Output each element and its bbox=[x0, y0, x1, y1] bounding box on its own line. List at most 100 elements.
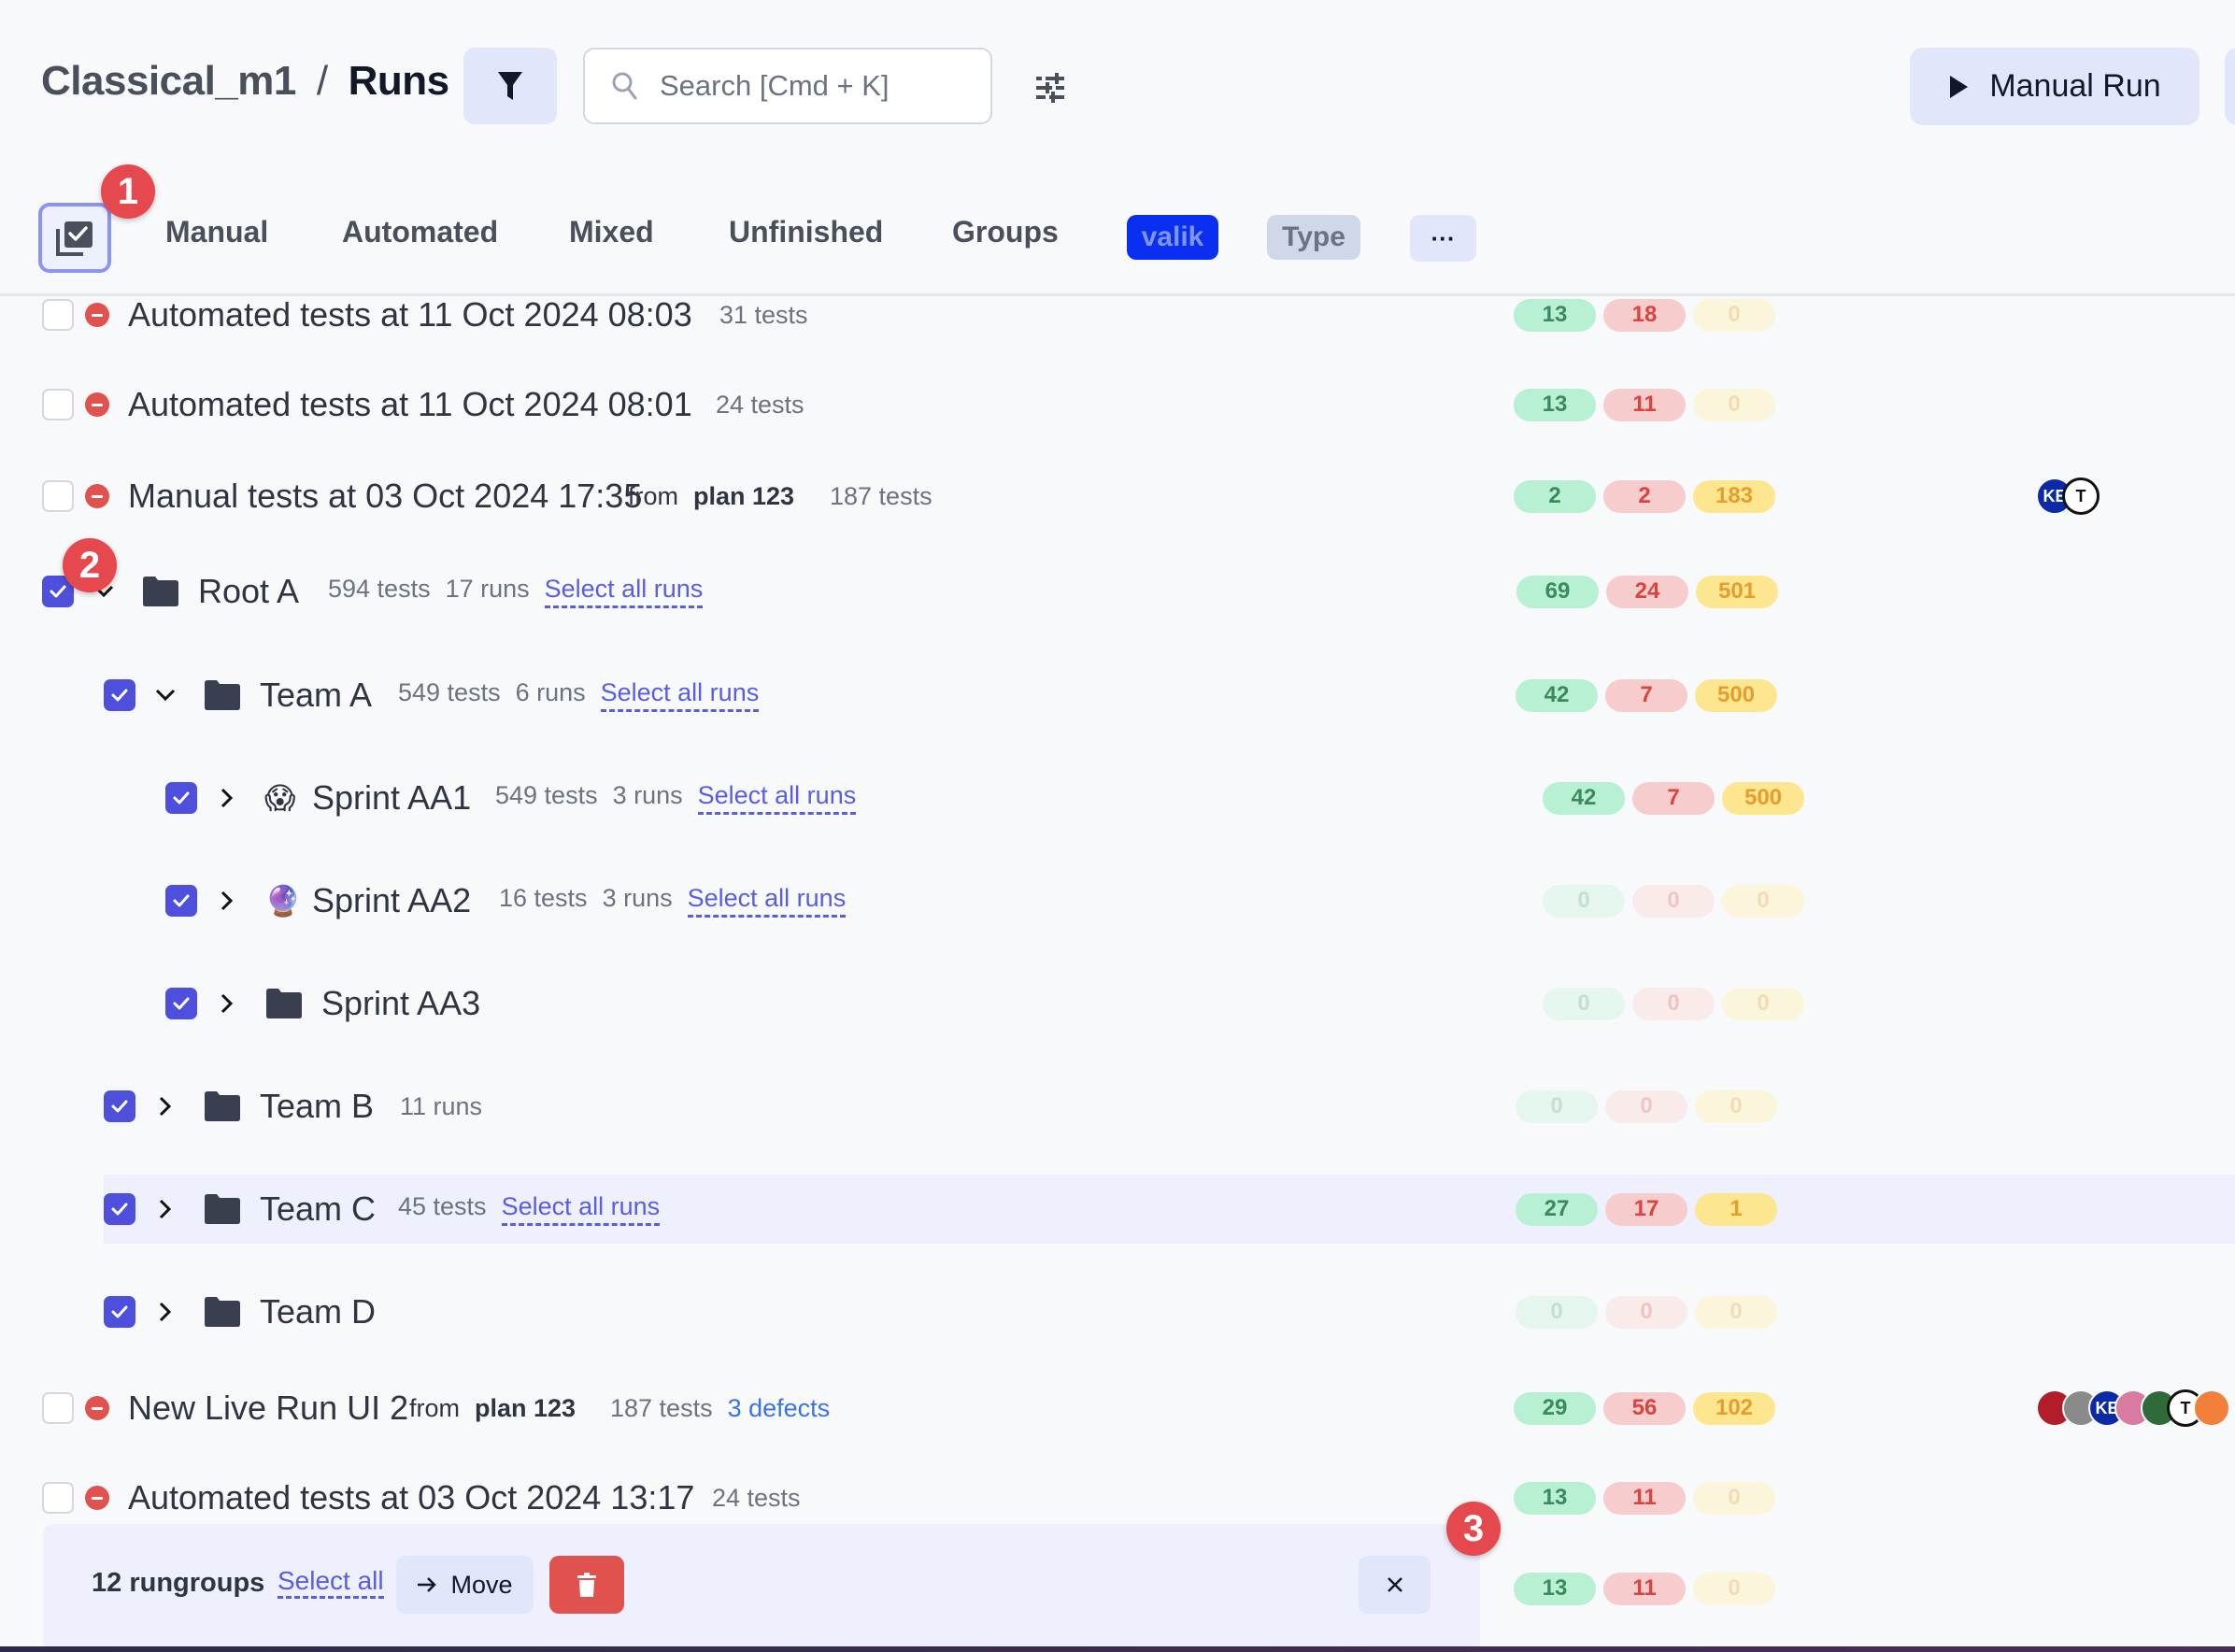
group-title[interactable]: Team C bbox=[260, 1189, 376, 1229]
group-title[interactable]: Team A bbox=[260, 676, 372, 715]
manual-run-button[interactable]: Manual Run bbox=[1910, 48, 2199, 125]
avatar[interactable]: T bbox=[2062, 477, 2100, 515]
plan-link[interactable]: plan 123 bbox=[475, 1394, 576, 1423]
group-row[interactable]: Team A 549 tests 6 runs Select all runs … bbox=[0, 653, 2235, 737]
more-actions-button[interactable] bbox=[2225, 48, 2235, 125]
more-filters-button[interactable]: ··· bbox=[1410, 215, 1476, 262]
close-button[interactable] bbox=[1359, 1556, 1431, 1614]
passed-count: 13 bbox=[1514, 388, 1596, 421]
run-title[interactable]: New Live Run UI 2 bbox=[128, 1389, 408, 1428]
group-title[interactable]: Team B bbox=[260, 1087, 374, 1126]
row-checkbox[interactable] bbox=[165, 885, 197, 917]
move-button[interactable]: Move bbox=[396, 1556, 534, 1614]
search-input[interactable] bbox=[660, 69, 959, 103]
filter-chip-valik[interactable]: valik bbox=[1127, 215, 1218, 260]
search-box[interactable] bbox=[583, 48, 992, 124]
row-checkbox[interactable] bbox=[104, 1296, 135, 1328]
passed-count: 29 bbox=[1514, 1391, 1596, 1425]
group-row[interactable]: Root A 594 tests 17 runs Select all runs… bbox=[0, 549, 2235, 634]
tests-count: 187 tests bbox=[610, 1393, 713, 1422]
skipped-count: 500 bbox=[1695, 678, 1777, 712]
failed-count: 0 bbox=[1605, 1295, 1687, 1329]
from-label: from bbox=[409, 1393, 460, 1422]
runs-count: 11 runs bbox=[400, 1091, 483, 1120]
failed-count: 0 bbox=[1605, 1089, 1687, 1123]
run-row[interactable]: Automated tests at 11 Oct 2024 08:01 24 … bbox=[0, 363, 2235, 447]
group-title[interactable]: Team D bbox=[260, 1292, 376, 1332]
defects-link[interactable]: 3 defects bbox=[728, 1394, 831, 1423]
run-meta: 187 tests 3 defects bbox=[610, 1394, 830, 1423]
row-checkbox[interactable] bbox=[165, 782, 197, 814]
row-checkbox[interactable] bbox=[104, 679, 135, 711]
chevron-right-icon[interactable] bbox=[151, 1092, 179, 1120]
plan-link[interactable]: plan 123 bbox=[693, 482, 794, 511]
group-row[interactable]: 🔮 Sprint AA2 16 tests 3 runs Select all … bbox=[0, 859, 2235, 943]
failed-count: 17 bbox=[1605, 1192, 1687, 1226]
row-checkbox[interactable] bbox=[42, 1392, 74, 1424]
row-checkbox[interactable] bbox=[42, 1482, 74, 1514]
group-title[interactable]: Sprint AA3 bbox=[321, 984, 480, 1023]
select-all-runs-link[interactable]: Select all runs bbox=[697, 781, 857, 815]
breadcrumb-project[interactable]: Classical_m1 bbox=[41, 58, 296, 105]
run-title[interactable]: Automated tests at 11 Oct 2024 08:03 bbox=[128, 295, 692, 335]
failed-count: 2 bbox=[1603, 479, 1686, 513]
run-meta: 24 tests bbox=[712, 1484, 801, 1513]
group-row[interactable]: Team B 11 runs 0 0 0 bbox=[0, 1064, 2235, 1148]
group-stats: 0 0 0 bbox=[1516, 1295, 1777, 1329]
row-checkbox[interactable] bbox=[42, 480, 74, 512]
filter-chip-type[interactable]: Type bbox=[1267, 215, 1360, 260]
select-all-runs-link[interactable]: Select all runs bbox=[501, 1192, 661, 1226]
group-title[interactable]: Sprint AA1 bbox=[312, 778, 471, 818]
move-label: Move bbox=[450, 1570, 513, 1599]
group-meta: 45 tests Select all runs bbox=[398, 1192, 661, 1226]
bulk-action-bar: 12 rungroups Select all Move bbox=[43, 1524, 1480, 1646]
select-all-runs-link[interactable]: Select all runs bbox=[600, 678, 760, 712]
select-all-link[interactable]: Select all bbox=[278, 1566, 384, 1599]
filter-icon bbox=[498, 72, 522, 100]
chevron-right-icon[interactable] bbox=[151, 1298, 179, 1326]
run-title[interactable]: Manual tests at 03 Oct 2024 17:35 bbox=[128, 477, 642, 516]
multi-select-toggle[interactable] bbox=[38, 203, 111, 273]
view-settings-button[interactable] bbox=[1028, 65, 1073, 110]
row-checkbox[interactable] bbox=[42, 389, 74, 420]
runs-page: Classical_m1 / Runs Manual Run bbox=[0, 0, 2235, 1652]
group-row[interactable]: 😱 Sprint AA1 549 tests 3 runs Select all… bbox=[0, 756, 2235, 840]
run-meta: 187 tests bbox=[830, 482, 932, 511]
filter-button[interactable] bbox=[463, 48, 557, 124]
group-row[interactable]: Team D 0 0 0 bbox=[0, 1270, 2235, 1354]
run-title[interactable]: Automated tests at 03 Oct 2024 13:17 bbox=[128, 1478, 694, 1517]
tab-unfinished[interactable]: Unfinished bbox=[729, 215, 883, 249]
chevron-right-icon[interactable] bbox=[151, 1195, 179, 1223]
avatar[interactable] bbox=[2193, 1389, 2230, 1427]
run-row[interactable]: New Live Run UI 2 from plan 123 187 test… bbox=[0, 1366, 2235, 1450]
row-checkbox[interactable] bbox=[104, 1193, 135, 1225]
tab-mixed[interactable]: Mixed bbox=[569, 215, 654, 249]
tab-manual[interactable]: Manual bbox=[165, 215, 268, 249]
chevron-right-icon[interactable] bbox=[213, 990, 241, 1018]
failed-count: 24 bbox=[1606, 575, 1688, 608]
run-row[interactable]: Manual tests at 03 Oct 2024 17:35 from p… bbox=[0, 454, 2235, 538]
failed-count: 0 bbox=[1632, 987, 1715, 1020]
group-row[interactable]: Team C 45 tests Select all runs 27 17 1 bbox=[104, 1175, 2235, 1244]
group-meta: 11 runs bbox=[400, 1092, 482, 1121]
group-row[interactable]: Sprint AA3 0 0 0 bbox=[0, 961, 2235, 1046]
select-all-runs-link[interactable]: Select all runs bbox=[544, 575, 704, 608]
group-title[interactable]: Root A bbox=[198, 572, 299, 611]
tab-automated[interactable]: Automated bbox=[342, 215, 498, 249]
chevron-right-icon[interactable] bbox=[213, 784, 241, 812]
row-checkbox[interactable] bbox=[42, 299, 74, 331]
header: Classical_m1 / Runs Manual Run bbox=[0, 0, 2235, 168]
failed-status-icon bbox=[85, 1396, 109, 1420]
run-row[interactable]: Automated tests at 11 Oct 2024 08:03 31 … bbox=[0, 273, 2235, 357]
tab-groups[interactable]: Groups bbox=[952, 215, 1059, 249]
run-title[interactable]: Automated tests at 11 Oct 2024 08:01 bbox=[128, 385, 692, 424]
row-checkbox[interactable] bbox=[104, 1090, 135, 1122]
delete-button[interactable] bbox=[549, 1556, 624, 1614]
chevron-down-icon[interactable] bbox=[151, 681, 179, 709]
select-all-runs-link[interactable]: Select all runs bbox=[687, 884, 847, 918]
group-title[interactable]: Sprint AA2 bbox=[312, 881, 471, 920]
run-source-plan: from plan 123 bbox=[628, 482, 794, 511]
row-checkbox[interactable] bbox=[165, 988, 197, 1019]
folder-icon bbox=[205, 1194, 240, 1224]
chevron-right-icon[interactable] bbox=[213, 887, 241, 915]
